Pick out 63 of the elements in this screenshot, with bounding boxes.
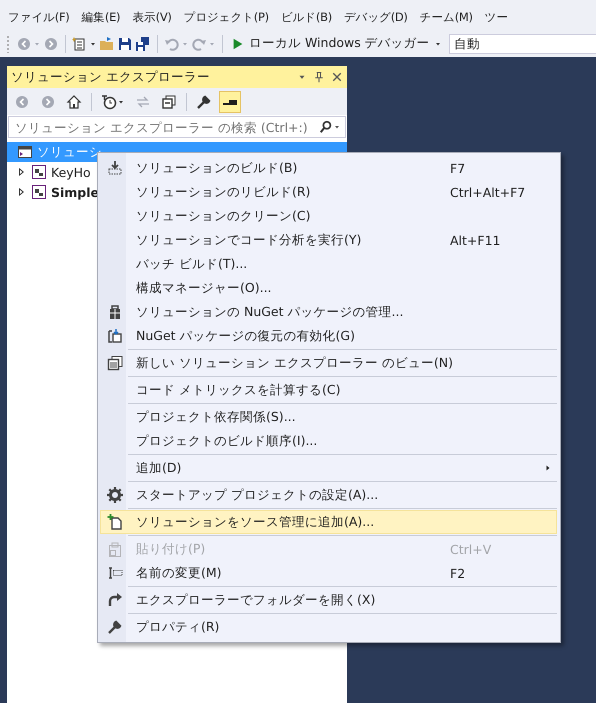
folder-icon[interactable] — [99, 36, 115, 52]
panel-title: ソリューション エクスプローラー — [11, 68, 211, 86]
restore-icon — [107, 328, 123, 344]
preview-button[interactable] — [219, 90, 241, 112]
menu-item[interactable]: ソリューションのクリーン(C) — [100, 204, 557, 228]
close-icon[interactable] — [331, 71, 343, 83]
menu-item[interactable]: ビルド(B) — [274, 6, 338, 28]
menu-item[interactable]: ソリューションのビルド(B) F7 — [100, 156, 557, 180]
rename-icon — [107, 565, 123, 581]
menu-item[interactable]: 名前の変更(M) F2 — [100, 561, 557, 585]
collapse-icon — [161, 94, 177, 110]
wrench-icon — [107, 619, 123, 635]
configuration-combo[interactable]: 自動 — [448, 34, 596, 54]
home-icon — [66, 94, 82, 110]
menu-item[interactable]: バッチ ビルド(T)... — [100, 252, 557, 276]
shortcut-label: F7 — [450, 160, 466, 176]
preview-icon — [222, 98, 238, 104]
tree-item[interactable]: KeyHo — [51, 164, 91, 180]
menu-item[interactable]: プロジェクトのビルド順序(I)... — [100, 429, 557, 453]
tree-item[interactable]: Simple — [51, 184, 100, 200]
menu-item[interactable]: ファイル(F) — [2, 6, 76, 28]
menu-item[interactable]: 表示(V) — [126, 6, 178, 28]
shortcut-label: F2 — [450, 566, 466, 580]
shortcut-label: Alt+F11 — [450, 232, 502, 248]
curved-arrow-icon — [107, 592, 123, 608]
menu-item[interactable]: プロジェクト依存関係(S)... — [100, 405, 557, 429]
wrench-icon — [196, 94, 212, 110]
menu-item[interactable]: デバッグ(D) — [338, 6, 414, 28]
search-field[interactable]: ソリューション エクスプローラー の検索 (Ctrl+:) — [8, 116, 346, 138]
play-icon — [231, 36, 245, 50]
save-all-icon[interactable] — [135, 36, 151, 52]
tray-arrow-icon — [107, 160, 123, 176]
menu-item[interactable]: 追加(D) — [100, 456, 557, 480]
menu-item[interactable]: 構成マネージャー(O)... — [100, 276, 557, 300]
menu-item[interactable]: チーム(M) — [414, 6, 479, 28]
clipboard-icon — [107, 541, 123, 557]
menu-item[interactable]: スタートアップ プロジェクトの設定(A)... — [100, 483, 557, 507]
document-plus-icon — [107, 514, 123, 530]
project-icon — [31, 184, 47, 200]
menu-item[interactable]: エクスプローラーでフォルダーを開く(X) — [100, 588, 557, 612]
menu-item[interactable]: プロパティ(R) — [100, 615, 557, 639]
menu-item[interactable]: ソリューションをソース管理に追加(A)... — [100, 510, 557, 534]
menu-item[interactable]: 新しい ソリューション エクスプローラー のビュー(N) — [100, 351, 557, 375]
pin-icon[interactable] — [313, 70, 325, 84]
search-icon — [319, 120, 333, 134]
project-icon — [31, 164, 47, 180]
menu-item[interactable]: ツー — [478, 6, 514, 28]
menu-item[interactable]: プロジェクト(P) — [178, 6, 275, 28]
menu-item[interactable]: 編集(E) — [76, 6, 126, 28]
package-icon — [107, 304, 123, 320]
menu-item[interactable]: コード メトリックスを計算する(C) — [100, 378, 557, 402]
gear-icon — [107, 487, 123, 503]
menu-item[interactable]: NuGet パッケージの復元の有効化(G) — [100, 324, 557, 348]
window-list-icon — [107, 355, 123, 371]
shortcut-label: Ctrl+V — [450, 542, 492, 556]
solution-icon — [17, 144, 33, 160]
shortcut-label: Ctrl+Alt+F7 — [450, 184, 526, 200]
start-debugging-button[interactable]: ローカル Windows デバッガー — [229, 35, 444, 52]
clock-icon — [101, 94, 117, 110]
menu-item[interactable]: ソリューションのリビルド(R) Ctrl+Alt+F7 — [100, 180, 557, 204]
save-icon[interactable] — [117, 36, 133, 52]
menu-item[interactable]: ソリューションの NuGet パッケージの管理... — [100, 300, 557, 324]
menu-item[interactable]: ソリューションでコード分析を実行(Y) Alt+F11 — [100, 228, 557, 252]
